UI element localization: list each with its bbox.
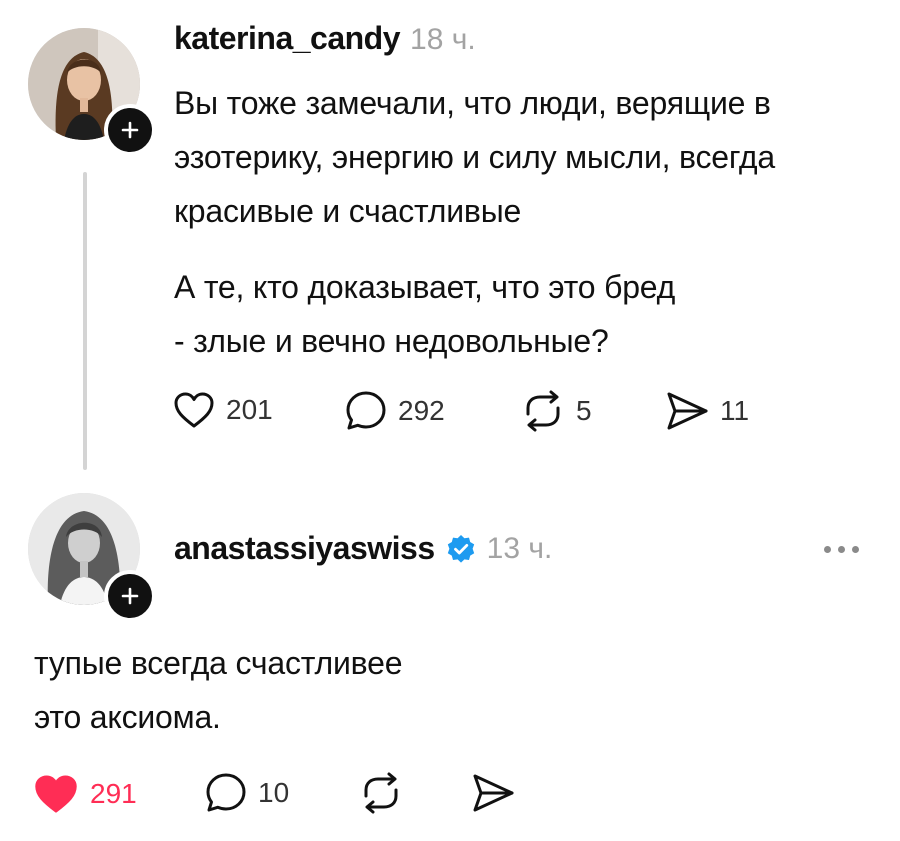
reply-comment-button[interactable]: 10 [204, 772, 289, 814]
reply-line: это аксиома. [34, 699, 221, 735]
repost-button[interactable]: 5 [520, 390, 592, 432]
reply-like-count: 291 [90, 778, 137, 809]
like-count: 201 [226, 394, 273, 425]
share-icon [667, 392, 708, 430]
comment-button[interactable]: 292 [344, 390, 445, 432]
post-line: эзотерику, энергию и силу мысли, всегда [174, 139, 775, 175]
like-button[interactable]: 201 [172, 390, 273, 430]
share-count: 11 [720, 395, 750, 426]
repost-count: 5 [576, 395, 592, 426]
post-line: Вы тоже замечали, что люди, верящие в [174, 85, 771, 121]
reply-header: anastassiyaswiss 13 ч. [174, 530, 552, 567]
follow-plus-button[interactable] [104, 570, 156, 622]
repost-icon [364, 772, 398, 814]
post-line: красивые и счастливые [174, 193, 522, 229]
comment-icon [346, 391, 386, 430]
reply-line: тупые всегда счастливее [34, 645, 403, 681]
verified-badge-icon [445, 533, 477, 565]
heart-icon [35, 775, 77, 813]
plus-icon [121, 121, 139, 139]
post-body: Вы тоже замечали, что люди, верящие в эз… [174, 76, 894, 368]
reply-comment-count: 10 [258, 777, 290, 808]
plus-icon [121, 587, 139, 605]
reply-username[interactable]: anastassiyaswiss [174, 530, 435, 567]
reply-like-button[interactable]: 291 [32, 772, 137, 816]
thread-line [83, 172, 87, 470]
heart-icon [174, 392, 214, 428]
reply-time: 13 ч. [486, 531, 553, 565]
share-icon [473, 774, 514, 812]
share-button[interactable]: 11 [664, 390, 749, 432]
post-time: 18 ч. [410, 23, 476, 56]
comment-icon [206, 773, 246, 812]
repost-icon [526, 390, 560, 432]
post-line: А те, кто доказывает, что это бред [174, 269, 676, 305]
follow-plus-button[interactable] [104, 104, 156, 156]
post-line: - злые и вечно недовольные? [174, 323, 609, 359]
reply-body: тупые всегда счастливее это аксиома. [34, 636, 854, 744]
post-username[interactable]: katerina_candy [174, 20, 401, 57]
reply-share-button[interactable] [470, 772, 516, 814]
reply-repost-button[interactable] [358, 772, 404, 814]
post-header: katerina_candy 18 ч. [174, 20, 476, 57]
comment-count: 292 [398, 395, 445, 426]
more-options-icon[interactable] [824, 546, 859, 553]
